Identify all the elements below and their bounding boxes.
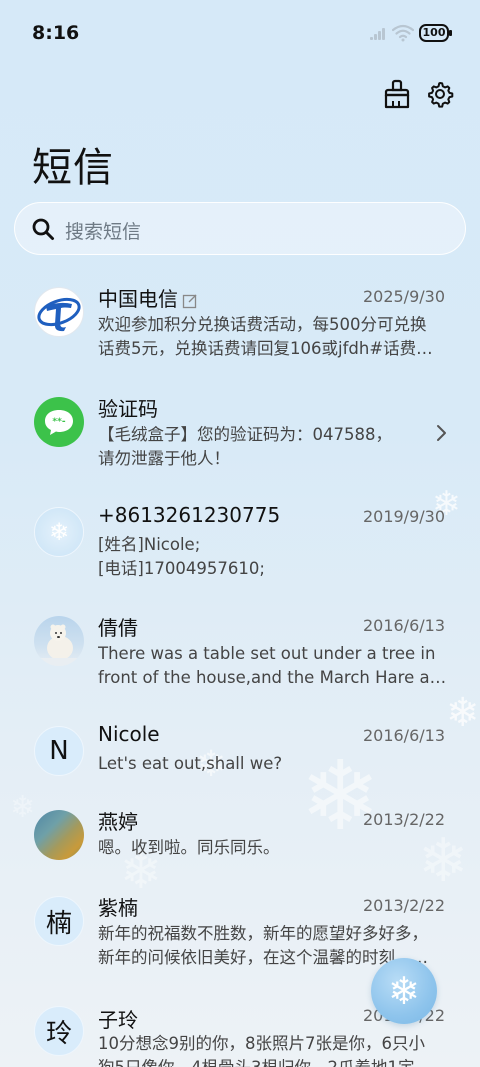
brush-icon (384, 79, 410, 109)
contact-name: 验证码 (98, 397, 158, 421)
preview-line-1: 10分想念9别的你，8张照片7张是你，6只小 (98, 1034, 425, 1053)
contact-name: 紫楠 (98, 896, 138, 920)
message-bubble-icon: **- (34, 397, 84, 447)
preview-line-1: [姓名]Nicole; (98, 535, 201, 554)
preview-line-1: 新年的祝福数不胜数，新年的愿望好多好多， (98, 924, 428, 943)
preview-line-1: 欢迎参加积分兑换话费活动，每500分可兑换 (98, 315, 427, 334)
snowflake-avatar: ❄ (34, 507, 84, 557)
message-date: 2016/6/13 (362, 726, 445, 745)
edit-icon (182, 294, 197, 308)
message-preview: 【毛绒盒子】您的验证码为：047588， 请勿泄露于他人！ (98, 423, 448, 471)
contact-name: 子玲 (98, 1008, 138, 1032)
preview-line-2: 请勿泄露于他人！ (98, 449, 230, 468)
contact-name: Nicole (98, 722, 160, 746)
message-preview: 欢迎参加积分兑换话费活动，每500分可兑换 话费5元，兑换话费请回复106或jf… (98, 313, 448, 361)
preview-line-1: There was a table set out under a tree i… (98, 644, 436, 663)
message-item[interactable]: ❄ +8613261230775 2019/9/30 [姓名]Nicole; [… (0, 503, 480, 615)
message-date: 2013/2/22 (362, 810, 445, 829)
battery-icon: 100 (419, 24, 452, 42)
search-placeholder: 搜索短信 (65, 221, 142, 243)
landscape-photo (34, 810, 84, 860)
preview-line-1: 【毛绒盒子】您的验证码为：047588， (98, 425, 392, 444)
compose-button[interactable]: ❄ (371, 958, 437, 1024)
search-icon (32, 218, 54, 240)
preview-line-2: 话费5元，兑换话费请回复106或jfdh#话费… (98, 339, 433, 358)
polar-bear-photo (34, 616, 84, 666)
signal-icon (370, 26, 388, 40)
gear-icon (428, 82, 454, 108)
wifi-icon (392, 24, 414, 42)
message-date: 2019/9/30 (362, 507, 445, 526)
message-preview: [姓名]Nicole; [电话]17004957610; (98, 533, 448, 581)
letter-avatar: 玲 (34, 1006, 84, 1056)
letter-avatar: 楠 (34, 896, 84, 946)
chevron-right-icon[interactable] (434, 423, 448, 443)
page-title: 短信 (32, 145, 114, 191)
message-date: 2025/9/30 (362, 287, 445, 306)
message-item[interactable]: **- 验证码 【毛绒盒子】您的验证码为：047588， 请勿泄露于他人！ (0, 397, 480, 505)
message-date: 2016/6/13 (362, 616, 445, 635)
snowflake-icon: ❄ (388, 969, 420, 1013)
preview-line-2: front of the house,and the March Hare an… (98, 668, 448, 687)
message-preview: 嗯。收到啦。同乐同乐。 (98, 836, 448, 860)
letter-avatar: N (34, 726, 84, 776)
preview-line-1: Let's eat out,shall we? (98, 754, 283, 773)
contact-name: 倩倩 (98, 616, 138, 640)
china-telecom-logo (34, 287, 84, 337)
message-preview: Let's eat out,shall we? (98, 752, 448, 776)
svg-text:**-: **- (52, 417, 65, 427)
contact-name: 燕婷 (98, 810, 138, 834)
preview-line-2: [电话]17004957610; (98, 559, 265, 578)
message-preview: 10分想念9别的你，8张照片7张是你，6只小 狗5只像你，4根骨头3根归你，2爪… (98, 1032, 448, 1067)
search-input[interactable]: 搜索短信 (14, 202, 466, 255)
message-item[interactable]: 倩倩 2016/6/13 There was a table set out u… (0, 616, 480, 724)
contact-name: 中国电信 (98, 283, 198, 312)
message-preview: There was a table set out under a tree i… (98, 642, 448, 690)
settings-button[interactable] (424, 78, 456, 110)
status-bar: 8:16 100 (0, 0, 480, 64)
clean-button[interactable] (381, 78, 413, 110)
status-time: 8:16 (32, 22, 80, 44)
preview-line-2: 狗5只像你，4根骨头3根归你，2爪着地1定 (98, 1056, 448, 1067)
message-date: 2013/2/22 (362, 896, 445, 915)
message-item[interactable]: 中国电信 2025/9/30 欢迎参加积分兑换话费活动，每500分可兑换 话费5… (0, 287, 480, 395)
preview-line-1: 嗯。收到啦。同乐同乐。 (98, 838, 280, 857)
contact-name: +8613261230775 (98, 503, 281, 527)
